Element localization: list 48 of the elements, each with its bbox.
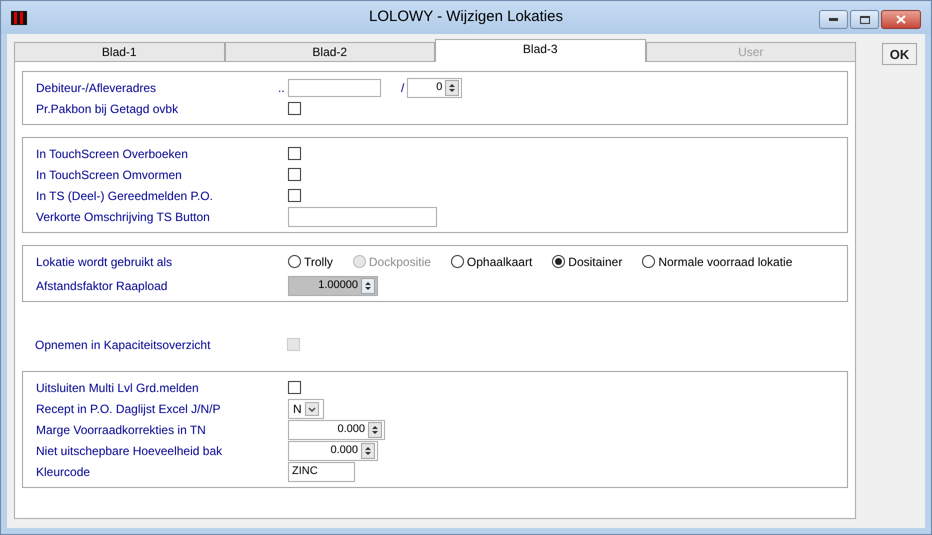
slash-text: / <box>401 80 404 96</box>
caret-icon <box>304 402 319 416</box>
field-label: Recept in P.O. Daglijst Excel J/N/P <box>36 400 222 418</box>
checkbox[interactable] <box>288 189 301 202</box>
checkbox[interactable] <box>288 147 301 160</box>
close-button[interactable] <box>881 10 921 29</box>
spin-arrows-icon[interactable] <box>368 422 382 438</box>
field-label: In TouchScreen Omvormen <box>36 166 183 184</box>
maximize-button[interactable] <box>850 10 879 29</box>
spin-field[interactable]: 0.000 <box>288 420 385 440</box>
dots-text: .. <box>278 80 286 96</box>
tab[interactable]: Blad-3 <box>435 39 646 62</box>
tab[interactable]: Blad-1 <box>14 42 224 62</box>
tab[interactable]: Blad-2 <box>224 42 435 62</box>
address-field[interactable] <box>288 78 381 96</box>
field-label: Lokatie wordt gebruikt als <box>36 254 174 270</box>
maximize-icon <box>860 16 870 24</box>
radio-option[interactable]: Ophaalkaart <box>450 252 532 270</box>
spin-field[interactable]: 0 <box>407 78 462 98</box>
minimize-icon <box>829 18 838 21</box>
field-label: In TS (Deel-) Gereedmelden P.O. <box>36 188 214 204</box>
app-icon <box>11 11 27 25</box>
radio-option[interactable]: Trolly <box>288 252 333 270</box>
field-label: In TouchScreen Overboeken <box>36 146 189 162</box>
field-label: Afstandsfaktor Raapload <box>36 278 168 294</box>
checkbox[interactable] <box>288 381 301 394</box>
minimize-button[interactable] <box>819 10 848 29</box>
field-label: Pr.Pakbon bij Getagd ovbk <box>36 100 180 118</box>
text-field[interactable] <box>288 206 437 226</box>
close-icon <box>896 15 906 24</box>
dropdown[interactable]: N <box>288 398 324 418</box>
radio-option[interactable]: Dositainer <box>552 252 622 270</box>
field-label: Debiteur-/Afleveradres <box>36 80 158 96</box>
field-label: Marge Voorraadkorrekties in TN <box>36 422 207 438</box>
text-field[interactable]: ZINC <box>288 462 355 482</box>
spin-field[interactable]: 0.000 <box>288 440 378 460</box>
radio-option[interactable]: Normale voorraad lokatie <box>642 252 792 270</box>
field-label: Niet uitschepbare Hoeveelheid bak <box>36 442 224 460</box>
spin-arrows-icon[interactable] <box>445 80 460 96</box>
window-title: LOLOWY - Wijzigen Lokaties <box>369 7 563 28</box>
field-label: Opnemen in Kapaciteitsoverzicht <box>35 336 212 354</box>
field-label: Verkorte Omschrijving TS Button <box>36 208 211 226</box>
spin-arrows-icon[interactable] <box>361 442 375 458</box>
checkbox[interactable] <box>288 168 301 181</box>
checkbox[interactable] <box>288 102 301 115</box>
ok-button[interactable]: OK <box>882 43 917 65</box>
field-label: Uitsluiten Multi Lvl Grd.melden <box>36 380 200 396</box>
field-label: Kleurcode <box>36 464 92 480</box>
